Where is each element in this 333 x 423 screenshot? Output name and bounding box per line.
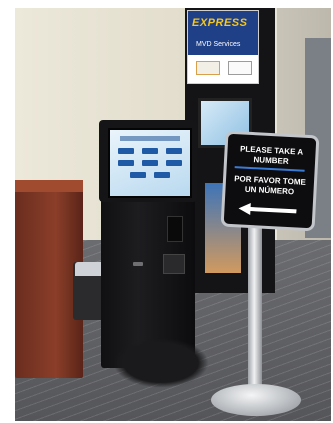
kiosk-photo: EXPRESS MVD Services PLEASE TAKE A NUMBE… <box>15 8 331 421</box>
screen-option-button <box>166 160 182 166</box>
sign-english-text: PLEASE TAKE A NUMBER <box>239 144 304 166</box>
left-arrow-icon <box>238 203 297 216</box>
kiosk-brand-mark <box>133 262 143 266</box>
sign-spanish-text: POR FAVOR TOME UN NÚMERO <box>233 174 307 197</box>
screen-option-button <box>118 160 134 166</box>
screen-option-button <box>166 148 182 154</box>
express-subtitle: MVD Services <box>196 41 241 48</box>
express-mvd-sign: EXPRESS MVD Services <box>187 10 259 84</box>
kiosk-touchscreen <box>108 128 192 198</box>
stanchion-base <box>211 384 301 416</box>
screen-title-bar <box>120 136 180 141</box>
stanchion-post <box>248 223 262 398</box>
take-a-number-sign: PLEASE TAKE A NUMBER POR FAVOR TOME UN N… <box>220 130 320 232</box>
screen-option-button <box>154 172 170 178</box>
podium-top <box>15 180 83 192</box>
screen-option-button <box>142 148 158 154</box>
kiosk-base-shadow <box>113 338 209 388</box>
express-sign-band: EXPRESS MVD Services <box>188 11 258 55</box>
screen-option-button <box>130 172 146 178</box>
screen-option-button <box>142 160 158 166</box>
card-slot <box>167 216 183 242</box>
adot-logo <box>228 61 252 75</box>
screen-option-button <box>118 148 134 154</box>
express-brand: EXPRESS <box>192 17 248 29</box>
partner-logo <box>196 61 220 75</box>
ticket-printer <box>163 254 185 274</box>
